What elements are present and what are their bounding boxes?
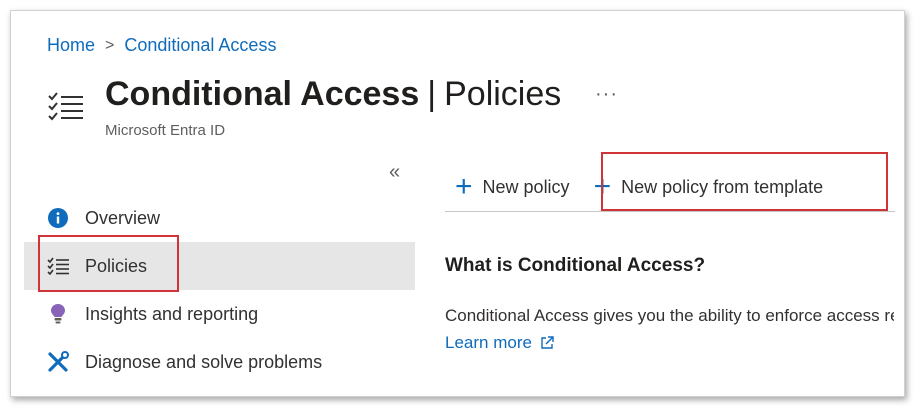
sidebar-item-label: Diagnose and solve problems: [85, 351, 323, 372]
page-subtitle: Microsoft Entra ID: [105, 122, 226, 139]
policies-highlight-box: [38, 235, 179, 292]
template-highlight-box: [601, 152, 888, 211]
page-title-section: Policies: [444, 75, 562, 113]
sidebar-item-label: Insights and reporting: [85, 303, 259, 324]
sidebar-item-diagnose[interactable]: Diagnose and solve problems: [24, 338, 415, 386]
learn-more-label: Learn more: [445, 333, 532, 352]
breadcrumb-home-link[interactable]: Home: [47, 35, 95, 56]
page-title: Conditional Access | Policies: [105, 75, 561, 114]
info-icon: [46, 206, 70, 230]
new-policy-button[interactable]: + New policy: [455, 172, 570, 202]
breadcrumb: Home > Conditional Access: [47, 35, 276, 56]
plus-icon: +: [455, 170, 473, 203]
more-options-button[interactable]: ···: [595, 83, 618, 106]
external-link-icon: [541, 336, 554, 349]
learn-more-link[interactable]: Learn more: [445, 333, 554, 353]
description-text: Conditional Access gives you the ability…: [445, 306, 894, 325]
lightbulb-icon: [46, 302, 70, 326]
collapse-sidebar-button[interactable]: «: [389, 161, 400, 184]
policy-list-icon: [48, 92, 83, 121]
page-title-main: Conditional Access: [105, 75, 420, 113]
app-window: Home > Conditional Access Conditional Ac…: [10, 10, 905, 397]
sidebar-item-insights[interactable]: Insights and reporting: [24, 290, 415, 338]
wrench-icon: [46, 350, 70, 374]
title-separator: |: [427, 75, 437, 113]
sidebar-item-label: Overview: [85, 207, 161, 228]
section-title: What is Conditional Access?: [445, 255, 706, 276]
breadcrumb-separator: >: [105, 36, 115, 54]
new-policy-label: New policy: [482, 176, 570, 197]
breadcrumb-conditional-access-link[interactable]: Conditional Access: [124, 35, 276, 56]
